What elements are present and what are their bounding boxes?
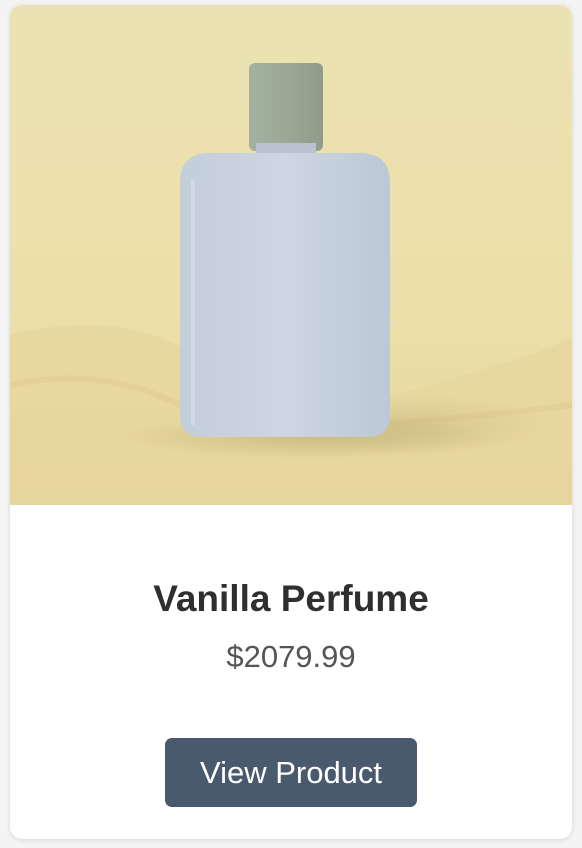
product-image: [10, 5, 572, 505]
product-card: Vanilla Perfume $2079.99 View Product: [10, 5, 572, 839]
bottle-cap: [249, 63, 323, 151]
bottle-body: [180, 153, 390, 437]
product-price: $2079.99: [226, 639, 356, 674]
product-title: Vanilla Perfume: [153, 578, 429, 619]
view-product-button[interactable]: View Product: [165, 738, 417, 807]
